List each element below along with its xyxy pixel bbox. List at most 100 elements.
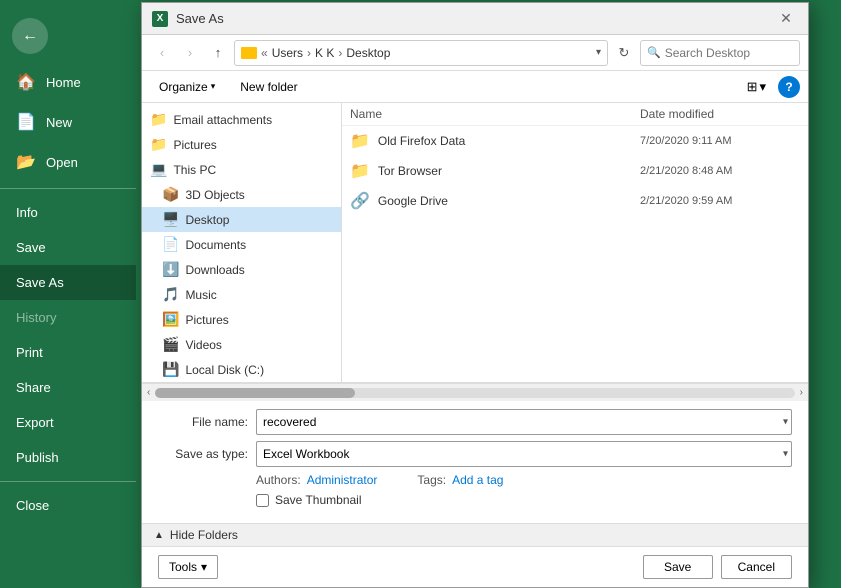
up-nav-button[interactable]: ↑ [206, 41, 230, 65]
bottom-form: File name: ▾ Save as type: ▾ Authors: Ad… [142, 401, 808, 523]
sidebar-item-publish-label: Publish [16, 450, 59, 465]
tor-browser-date: 2/21/2020 8:48 AM [640, 165, 800, 177]
google-drive-name: Google Drive [378, 194, 632, 208]
google-drive-icon: 🔗 [350, 191, 370, 211]
old-firefox-name: Old Firefox Data [378, 134, 632, 148]
pictures-quick-icon: 📁 [150, 136, 167, 153]
hscroll-thumb[interactable] [155, 388, 355, 398]
sidebar-item-history-label: History [16, 310, 56, 325]
path-dropdown-arrow[interactable]: ▾ [596, 47, 601, 58]
sidebar-item-print-label: Print [16, 345, 43, 360]
excel-icon-label: X [157, 13, 164, 24]
sidebar-item-info-label: Info [16, 205, 38, 220]
thumbnail-label: Save Thumbnail [275, 493, 362, 507]
sidebar-item-info[interactable]: Info [0, 195, 136, 230]
savetype-input[interactable] [256, 441, 792, 467]
cancel-button[interactable]: Cancel [721, 555, 792, 579]
path-desktop: Desktop [346, 46, 390, 60]
refresh-button[interactable]: ↻ [612, 41, 636, 65]
tree-item-this-pc-label: This PC [173, 163, 216, 177]
toolbar: Organize ▾ New folder ⊞ ▾ ? [142, 71, 808, 103]
home-icon: 🏠 [16, 72, 36, 92]
tree-item-downloads-label: Downloads [185, 263, 244, 277]
sidebar-item-save-as[interactable]: Save As [0, 265, 136, 300]
back-button[interactable]: ← [12, 18, 48, 54]
google-drive-date: 2/21/2020 9:59 AM [640, 195, 800, 207]
hscroll-left-arrow[interactable]: ‹ [144, 387, 153, 398]
sidebar-item-close[interactable]: Close [0, 488, 136, 523]
this-pc-icon: 💻 [150, 161, 167, 178]
search-input[interactable] [665, 46, 820, 60]
tree-item-3d-objects[interactable]: 📦 3D Objects [142, 182, 341, 207]
new-icon: 📄 [16, 112, 36, 132]
path-folder-icon [241, 47, 257, 59]
sidebar-item-close-label: Close [16, 498, 49, 513]
hide-folders-bar[interactable]: ▲ Hide Folders [142, 523, 808, 546]
tree-item-videos[interactable]: 🎬 Videos [142, 332, 341, 357]
organize-button[interactable]: Organize ▾ [150, 77, 224, 97]
tree-item-pictures[interactable]: 🖼️ Pictures [142, 307, 341, 332]
sidebar-item-history[interactable]: History [0, 300, 136, 335]
file-row-google-drive[interactable]: 🔗 Google Drive 2/21/2020 9:59 AM [342, 186, 808, 216]
sidebar-item-open-label: Open [46, 155, 78, 170]
filename-label: File name: [158, 415, 248, 429]
tor-browser-name: Tor Browser [378, 164, 632, 178]
organize-dropdown-icon: ▾ [211, 81, 216, 92]
tree-item-music[interactable]: 🎵 Music [142, 282, 341, 307]
col-name-header[interactable]: Name [350, 107, 640, 121]
sidebar-item-export[interactable]: Export [0, 405, 136, 440]
view-dropdown-icon: ▾ [759, 79, 766, 95]
dialog-title: Save As [176, 11, 766, 26]
view-button[interactable]: ⊞ ▾ [743, 77, 770, 97]
back-nav-button[interactable]: ‹ [150, 41, 174, 65]
sidebar-item-save-label: Save [16, 240, 46, 255]
filename-input-wrap: ▾ [256, 409, 792, 435]
savetype-row: Save as type: ▾ [158, 441, 792, 467]
sidebar-item-new[interactable]: 📄 New [0, 102, 136, 142]
tree-item-downloads[interactable]: ⬇️ Downloads [142, 257, 341, 282]
filename-input[interactable] [256, 409, 792, 435]
sidebar-item-share-label: Share [16, 380, 51, 395]
desktop-icon: 🖥️ [162, 211, 179, 228]
hscroll-track[interactable] [155, 388, 794, 398]
path-arrow-1: › [307, 46, 311, 60]
close-button[interactable]: ✕ [774, 7, 798, 31]
tree-item-local-disk[interactable]: 💾 Local Disk (C:) [142, 357, 341, 382]
hscroll-right-arrow[interactable]: › [797, 387, 806, 398]
sidebar-item-print[interactable]: Print [0, 335, 136, 370]
path-users: Users [272, 46, 303, 60]
savetype-input-wrap: ▾ [256, 441, 792, 467]
tree-item-this-pc[interactable]: 💻 This PC [142, 157, 341, 182]
tree-item-email-attachments[interactable]: 📁 Email attachments [142, 107, 341, 132]
tree-item-email-attachments-label: Email attachments [173, 113, 272, 127]
sidebar-item-save[interactable]: Save [0, 230, 136, 265]
file-row-tor-browser[interactable]: 📁 Tor Browser 2/21/2020 8:48 AM [342, 156, 808, 186]
save-button[interactable]: Save [643, 555, 713, 579]
sidebar-item-home-label: Home [46, 75, 81, 90]
folder-tree: 📁 Email attachments 📁 Pictures 💻 This PC… [142, 103, 342, 382]
thumbnail-checkbox[interactable] [256, 494, 269, 507]
tree-item-music-label: Music [185, 288, 216, 302]
path-bar[interactable]: « Users › K K › Desktop ▾ [234, 40, 608, 66]
hide-folders-chevron: ▲ [154, 530, 164, 541]
sidebar-item-open[interactable]: 📂 Open [0, 142, 136, 182]
tree-item-pictures-quick[interactable]: 📁 Pictures [142, 132, 341, 157]
file-row-old-firefox[interactable]: 📁 Old Firefox Data 7/20/2020 9:11 AM [342, 126, 808, 156]
new-folder-button[interactable]: New folder [232, 78, 305, 96]
sidebar-item-share[interactable]: Share [0, 370, 136, 405]
dialog-titlebar: X Save As ✕ [142, 3, 808, 35]
hide-folders-label: Hide Folders [170, 528, 238, 542]
tree-item-desktop[interactable]: 🖥️ Desktop [142, 207, 341, 232]
help-button[interactable]: ? [778, 76, 800, 98]
sidebar-item-home[interactable]: 🏠 Home [0, 62, 136, 102]
tools-dropdown-icon: ▾ [201, 560, 207, 574]
col-date-header[interactable]: Date modified [640, 107, 800, 121]
tools-button[interactable]: Tools ▾ [158, 555, 218, 579]
sidebar-item-publish[interactable]: Publish [0, 440, 136, 475]
tags-value[interactable]: Add a tag [452, 473, 503, 487]
tree-item-documents[interactable]: 📄 Documents [142, 232, 341, 257]
tree-item-pictures-quick-label: Pictures [173, 138, 216, 152]
authors-value[interactable]: Administrator [307, 473, 378, 487]
organize-label: Organize [159, 80, 208, 94]
forward-nav-button[interactable]: › [178, 41, 202, 65]
